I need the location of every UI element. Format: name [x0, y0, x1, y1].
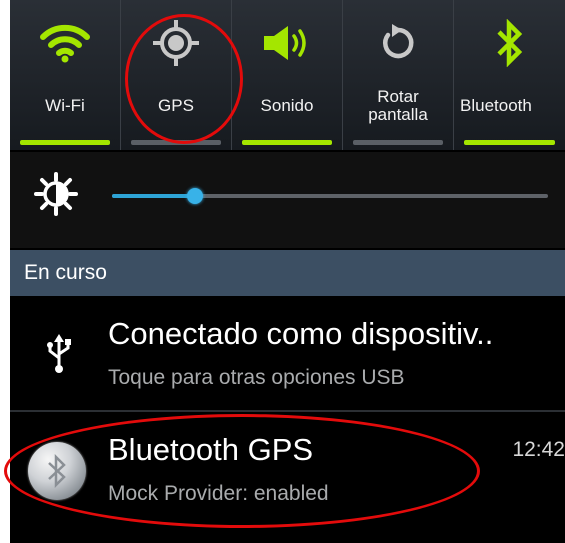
tile-wifi[interactable]: Wi-Fi	[10, 0, 121, 150]
tile-rotate-indicator	[353, 140, 443, 145]
tile-sound-indicator	[242, 140, 332, 145]
tile-rotate[interactable]: Rotar pantalla	[343, 0, 454, 150]
tile-sound[interactable]: Sonido	[232, 0, 343, 150]
sound-icon	[232, 18, 342, 68]
tile-sound-label: Sonido	[260, 96, 314, 115]
bluetooth-icon	[454, 18, 565, 68]
tile-rotate-label: Rotar pantalla	[343, 86, 453, 126]
brightness-icon	[34, 172, 78, 216]
rotate-icon	[343, 18, 453, 68]
notification-bluetooth-gps[interactable]: Bluetooth GPS 12:42 Mock Provider: enabl…	[10, 412, 565, 543]
wifi-icon	[10, 18, 120, 68]
notification-usb-title: Conectado como dispositiv..	[108, 316, 494, 351]
quick-settings-bar: Wi-Fi GPS Sonido Rotar pantalla Bluetoot…	[10, 0, 565, 150]
section-header-ongoing: En curso	[10, 250, 565, 296]
brightness-slider-fill	[112, 194, 195, 198]
tile-gps[interactable]: GPS	[121, 0, 232, 150]
notification-bluetooth-gps-title: Bluetooth GPS	[108, 432, 314, 467]
tile-wifi-indicator	[20, 140, 110, 145]
tile-gps-indicator	[131, 140, 221, 145]
notification-usb[interactable]: Conectado como dispositiv.. Toque para o…	[10, 296, 565, 410]
tile-rotate-label-text: Rotar pantalla	[368, 87, 428, 124]
notification-bluetooth-gps-time: 12:42	[512, 438, 565, 461]
tile-bluetooth[interactable]: Bluetooth	[454, 0, 565, 150]
section-title: En curso	[24, 261, 107, 284]
notification-bluetooth-gps-subtitle: Mock Provider: enabled	[108, 482, 329, 505]
brightness-row	[10, 152, 565, 248]
brightness-slider-thumb[interactable]	[186, 188, 203, 204]
usb-icon	[46, 334, 72, 374]
tile-bluetooth-indicator	[464, 140, 555, 145]
bluetooth-gps-icon	[28, 442, 86, 500]
tile-wifi-label: Wi-Fi	[45, 96, 85, 115]
tile-bluetooth-label: Bluetooth	[460, 96, 532, 115]
notification-panel: Wi-Fi GPS Sonido Rotar pantalla Bluetoot…	[10, 0, 565, 543]
notification-usb-subtitle: Toque para otras opciones USB	[108, 366, 405, 389]
tile-gps-label: GPS	[158, 96, 194, 115]
brightness-slider[interactable]	[112, 188, 548, 204]
gps-icon	[121, 18, 231, 68]
